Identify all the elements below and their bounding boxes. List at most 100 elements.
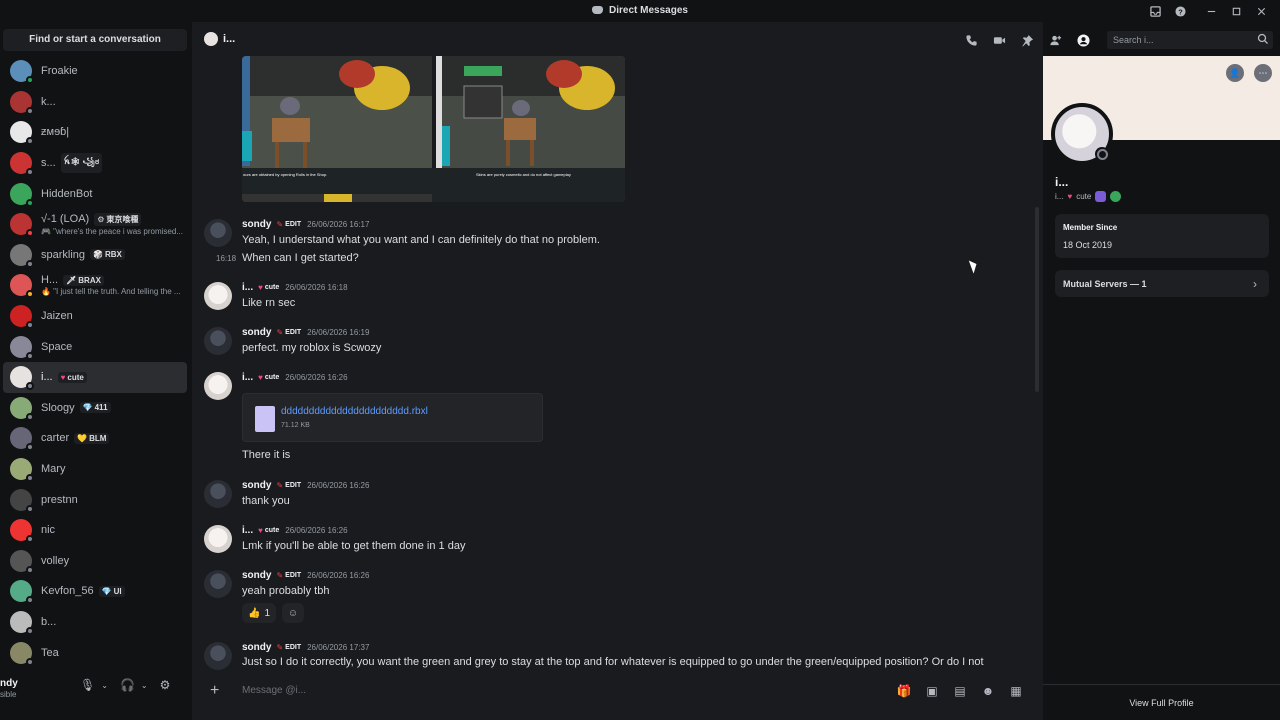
search-input[interactable]: Search i... <box>1107 31 1273 49</box>
author-name[interactable]: i... <box>242 525 253 536</box>
dm-item[interactable]: Jaizen <box>3 301 187 332</box>
status-indicator <box>26 412 34 421</box>
dm-list: Froakie k... ƶмɘɓ| s... ꫝ🕸 ꧁ಠ HiddenBot √-1 (L… <box>0 56 192 668</box>
profile-tags: i... ♥ cute <box>1055 191 1122 202</box>
dm-item[interactable]: H... 🗡 BRAX 🔥 "I just tell the truth. And t… <box>3 270 187 301</box>
dm-item[interactable]: sparkling 🎲 RBX <box>3 240 187 271</box>
recipient-avatar[interactable] <box>204 32 218 46</box>
dm-item[interactable]: Froakie <box>3 56 187 87</box>
author-avatar[interactable] <box>204 525 232 553</box>
message-composer[interactable]: + Message @i... 🎁 ▣ ▤ ☻ ▦ <box>200 678 1035 704</box>
author-avatar[interactable] <box>204 372 232 400</box>
add-reaction-icon[interactable]: ☺ <box>282 603 305 623</box>
add-friend-icon[interactable]: 👤 <box>1226 64 1244 82</box>
author-avatar[interactable] <box>204 642 232 670</box>
dm-item[interactable]: prestnn <box>3 484 187 515</box>
author-avatar[interactable] <box>204 480 232 508</box>
find-conversation-button[interactable]: Find or start a conversation <box>3 29 187 51</box>
gear-icon[interactable]: ⚙ <box>160 678 171 692</box>
phone-icon[interactable] <box>957 32 985 48</box>
dm-item[interactable]: b... <box>3 607 187 638</box>
edit-badge-icon: ✎ <box>276 220 284 229</box>
recipient-name[interactable]: i... <box>223 33 235 45</box>
add-friends-icon[interactable] <box>1041 32 1069 48</box>
inbox-icon[interactable] <box>1143 3 1168 19</box>
author-avatar[interactable] <box>204 327 232 355</box>
dm-item[interactable]: volley <box>3 546 187 577</box>
author-name[interactable]: i... <box>242 282 253 293</box>
author-name[interactable]: sondy <box>242 219 271 230</box>
dm-avatar <box>10 90 34 115</box>
sticker-icon[interactable]: ▤ <box>951 683 969 699</box>
emoji-icon[interactable]: ☻ <box>979 683 997 699</box>
dm-avatar <box>10 641 34 666</box>
dm-item[interactable]: k... <box>3 87 187 118</box>
plus-icon[interactable]: + <box>210 682 219 700</box>
quest-badge-icon[interactable] <box>1110 191 1122 202</box>
message-input[interactable]: Message @i... <box>242 685 306 696</box>
chevron-down-icon[interactable]: ⌄ <box>141 681 148 690</box>
pin-icon[interactable] <box>1013 32 1041 48</box>
dm-name: s... ꫝ🕸 ꧁ಠ <box>41 153 103 174</box>
file-icon <box>255 406 275 432</box>
user-status: sible <box>0 690 17 699</box>
dm-item[interactable]: √-1 (LOA) ⚙ 東京喰種 🎮 "where's the peace i was… <box>3 209 187 240</box>
author-name[interactable]: sondy <box>242 480 271 491</box>
nitro-badge-icon[interactable] <box>1095 191 1107 202</box>
profile-avatar[interactable] <box>1051 103 1113 165</box>
dm-text: ƶмɘɓ| <box>41 126 69 138</box>
author-name[interactable]: sondy <box>242 327 271 338</box>
author-avatar[interactable] <box>204 219 232 247</box>
dm-name: b... <box>41 616 56 628</box>
user-name[interactable]: ndy <box>0 678 18 689</box>
author-avatar[interactable] <box>204 282 232 310</box>
heart-icon: ♥ <box>258 526 263 535</box>
file-size: 71.12 KB <box>281 422 310 429</box>
dm-item[interactable]: carter 💛 BLM <box>3 423 187 454</box>
author-name[interactable]: sondy <box>242 642 271 653</box>
dm-item[interactable]: nic <box>3 515 187 546</box>
dm-item[interactable]: Mary <box>3 454 187 485</box>
reaction-thumbs-up[interactable]: 👍 1 <box>242 603 277 623</box>
heart-icon: ♥ <box>1067 192 1073 201</box>
dm-item[interactable]: ƶмɘɓ| <box>3 117 187 148</box>
author-avatar[interactable] <box>204 570 232 598</box>
dm-text: √-1 (LOA) ⚙ 東京喰種 🎮 "where's the peace i was… <box>41 212 183 236</box>
chevron-down-icon[interactable]: ⌄ <box>101 681 108 690</box>
dm-item[interactable]: Kevfon_56 💎 UI <box>3 576 187 607</box>
author-name[interactable]: i... <box>242 372 253 383</box>
dm-item[interactable]: Sloogy 💎 411 <box>3 393 187 424</box>
file-attachment[interactable]: ddddddddddddddddddddddd.rbxl 71.12 KB <box>242 393 543 442</box>
maximize-icon[interactable] <box>1224 3 1249 19</box>
chat-scrollbar[interactable] <box>1035 207 1039 392</box>
view-full-profile-link[interactable]: View Full Profile <box>1043 698 1280 708</box>
dm-item[interactable]: HiddenBot <box>3 178 187 209</box>
video-icon[interactable] <box>985 32 1013 48</box>
close-icon[interactable] <box>1249 3 1274 19</box>
dm-item[interactable]: s... ꫝ🕸 ꧁ಠ <box>3 148 187 179</box>
reaction-count: 1 <box>264 607 271 619</box>
dm-tag: ꫝ🕸 ꧁ಠ <box>60 153 103 174</box>
more-options-icon[interactable]: ⋯ <box>1254 64 1272 82</box>
dm-tag: 🎲 RBX <box>90 249 125 261</box>
dm-item[interactable]: Space <box>3 331 187 362</box>
minimize-icon[interactable] <box>1199 3 1224 19</box>
dm-name-text: b... <box>41 615 57 628</box>
apps-icon[interactable]: ▦ <box>1007 683 1025 699</box>
gif-icon[interactable]: ▣ <box>923 683 941 699</box>
image-attachment[interactable]: ours are obtained by opening Rolls in th… <box>242 56 625 202</box>
file-name-link[interactable]: ddddddddddddddddddddddd.rbxl <box>281 406 428 417</box>
microphone-icon[interactable]: 🎙 <box>80 678 95 692</box>
dm-item[interactable]: i... ♥ cute <box>3 361 187 393</box>
author-name[interactable]: sondy <box>242 570 271 581</box>
user-profile-icon[interactable] <box>1069 32 1097 48</box>
dm-item[interactable]: Tea <box>3 637 187 668</box>
dm-tag-text: BRAX <box>78 275 101 285</box>
status-indicator <box>26 626 34 635</box>
mutual-servers-row[interactable]: Mutual Servers — 1 › <box>1055 270 1269 297</box>
dm-name: H... 🗡 BRAX <box>41 274 181 286</box>
gift-icon[interactable]: 🎁 <box>895 683 913 699</box>
headphones-icon[interactable]: 🎧 <box>120 678 135 692</box>
timestamp: 26/06/2026 16:26 <box>285 373 348 382</box>
help-icon[interactable]: ? <box>1168 3 1193 19</box>
